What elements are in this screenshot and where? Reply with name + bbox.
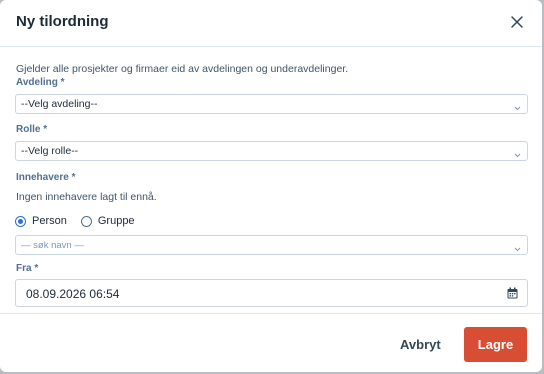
holder-search-placeholder: — søk navn —: [21, 240, 84, 251]
dialog-footer-divider: [0, 313, 542, 314]
save-button[interactable]: Lagre: [464, 327, 527, 362]
from-datetime-input[interactable]: 08.09.2026 06:54: [15, 279, 528, 307]
holder-search-select[interactable]: — søk navn —: [15, 235, 528, 255]
role-select-value: --Velg rolle--: [21, 145, 79, 157]
from-label: Fra *: [16, 263, 39, 274]
group-radio-label[interactable]: Gruppe: [98, 215, 135, 227]
department-select[interactable]: --Velg avdeling--: [15, 94, 528, 114]
assignment-dialog: Ny tilordning Gjelder alle prosjekter og…: [0, 0, 542, 372]
department-select-value: --Velg avdeling--: [21, 98, 98, 110]
group-radio[interactable]: [80, 215, 92, 227]
holder-type-radio-group: Person Gruppe: [15, 213, 149, 229]
department-label: Avdeling *: [16, 77, 65, 88]
role-select[interactable]: --Velg rolle--: [15, 141, 528, 161]
calendar-icon[interactable]: [507, 287, 518, 302]
role-label: Rolle *: [16, 124, 48, 135]
holders-empty-text: Ingen innehavere lagt til ennå.: [16, 191, 157, 203]
dialog-header: Ny tilordning: [0, 0, 542, 47]
cancel-button[interactable]: Avbryt: [400, 337, 441, 352]
close-icon[interactable]: [510, 15, 524, 29]
chevron-down-icon: [514, 149, 521, 161]
from-datetime-value: 08.09.2026 06:54: [26, 287, 120, 301]
holders-label: Innehavere *: [16, 172, 76, 183]
person-radio-label[interactable]: Person: [32, 215, 67, 227]
chevron-down-icon: [514, 243, 521, 255]
person-radio[interactable]: [15, 215, 26, 227]
dialog-title: Ny tilordning: [16, 13, 109, 30]
dialog-description: Gjelder alle prosjekter og firmaer eid a…: [16, 63, 349, 75]
chevron-down-icon: [514, 102, 521, 114]
